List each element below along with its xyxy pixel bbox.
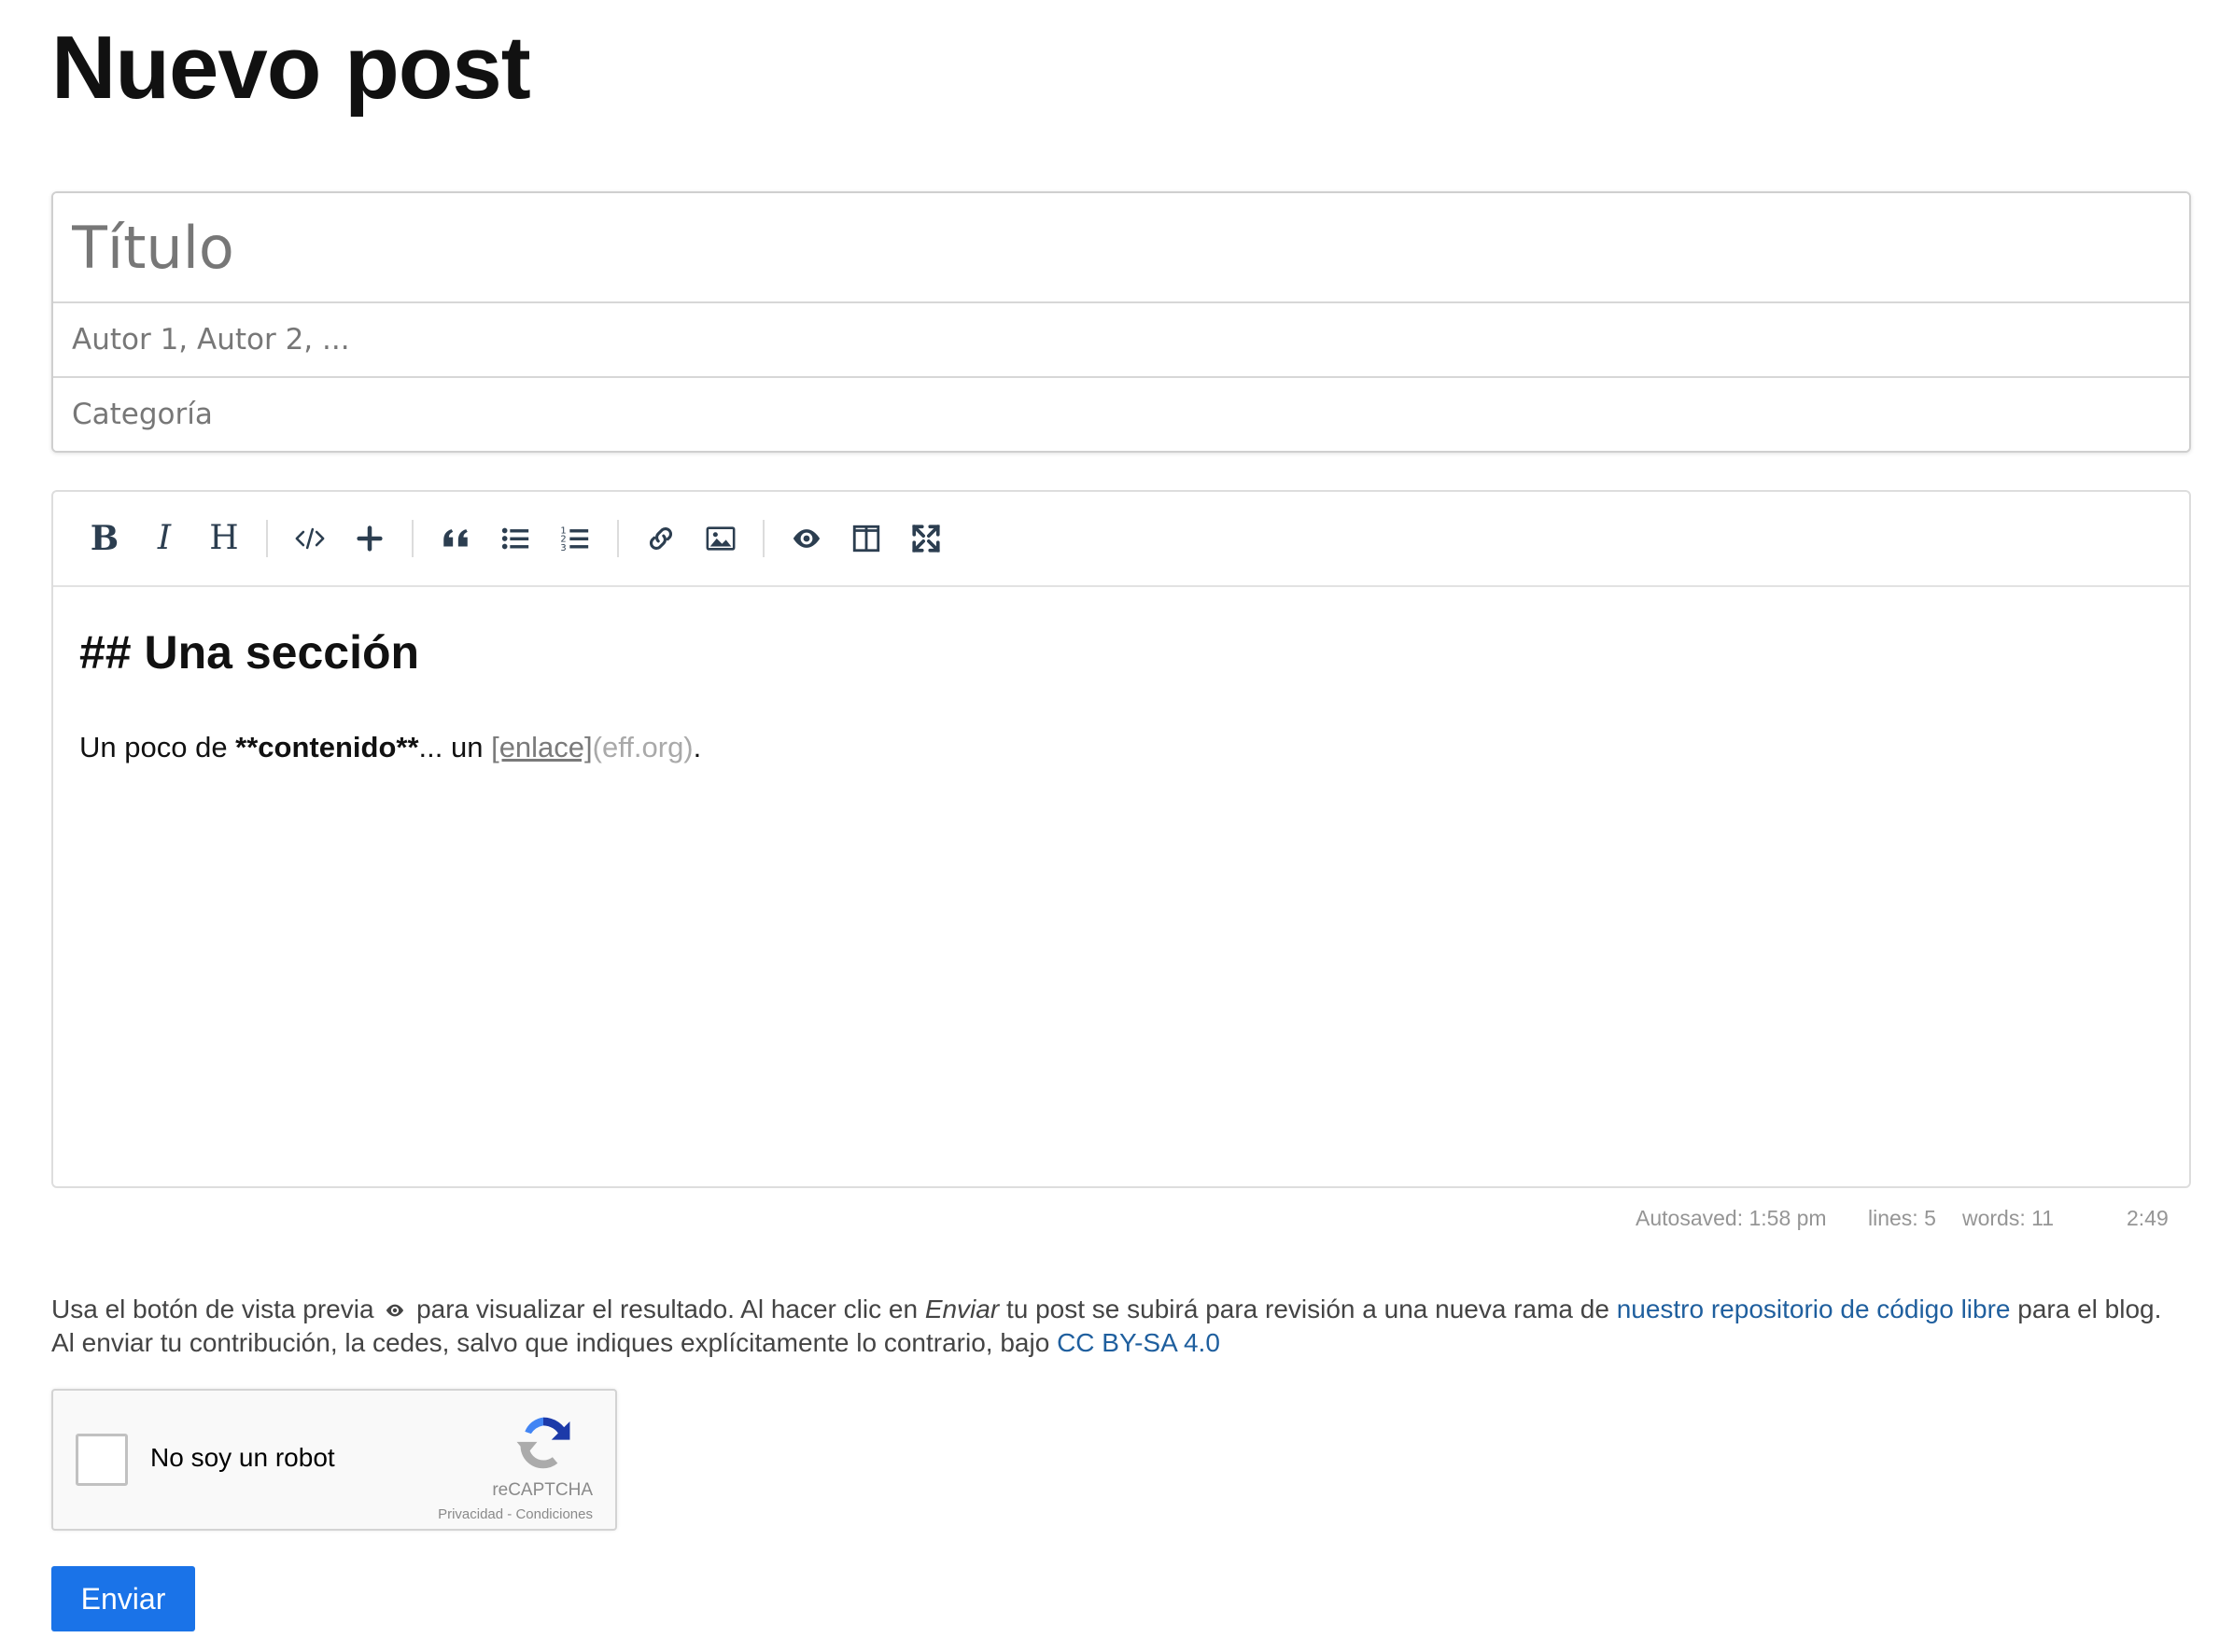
unordered-list-button[interactable] [490, 513, 541, 564]
preview-button[interactable] [781, 513, 832, 564]
markdown-link-text: [enlace] [491, 731, 593, 763]
ordered-list-icon: 1 2 3 [560, 525, 589, 553]
image-button[interactable] [695, 513, 746, 564]
side-by-side-button[interactable] [841, 513, 892, 564]
svg-text:3: 3 [560, 543, 566, 553]
toolbar-separator [617, 520, 619, 557]
post-fields [51, 191, 2191, 453]
quote-button[interactable] [430, 513, 481, 564]
submission-note: Usa el botón de vista previa para visual… [51, 1293, 2198, 1360]
toolbar-separator [412, 520, 414, 557]
preview-eye-icon [793, 529, 821, 548]
autosave-status: Autosaved: 1:58 pm [1636, 1206, 1827, 1230]
markdown-editor: B I H 1 2 3 ## Una sección Un poco de **… [51, 490, 2191, 1188]
bold-icon: B [90, 519, 119, 558]
editor-statusbar: Autosaved: 1:58 pm lines: 5 words: 11 2:… [51, 1202, 2191, 1239]
link-button[interactable] [636, 513, 686, 564]
fullscreen-button[interactable] [901, 513, 951, 564]
side-by-side-icon [852, 525, 880, 553]
toolbar-separator [763, 520, 765, 557]
italic-icon: I [157, 519, 172, 557]
author-input[interactable] [53, 301, 2189, 376]
image-icon [706, 526, 736, 551]
title-input[interactable] [53, 193, 2189, 301]
note-text: para visualizar el resultado. Al hacer c… [409, 1295, 925, 1323]
bold-button[interactable]: B [79, 513, 130, 564]
recaptcha-logo-icon [516, 1417, 570, 1469]
toolbar-separator [266, 520, 268, 557]
editor-toolbar: B I H 1 2 3 [53, 492, 2189, 587]
markdown-link-url: (eff.org) [592, 731, 694, 763]
note-text: para el blog. [2010, 1295, 2162, 1323]
link-icon [649, 526, 673, 551]
plus-icon [357, 525, 383, 552]
recaptcha-checkbox[interactable] [76, 1434, 128, 1486]
markdown-paragraph: Un poco de **contenido**... un [enlace](… [79, 729, 2163, 766]
recaptcha-widget: No soy un robot reCAPTCHA Privacidad - C… [51, 1389, 617, 1531]
note-italic-text: Enviar [924, 1295, 1000, 1323]
editor-content[interactable]: ## Una sección Un poco de **contenido**.… [53, 587, 2189, 804]
paragraph-bold-text: **contenido** [235, 731, 419, 763]
recaptcha-label: No soy un robot [150, 1443, 335, 1472]
add-button[interactable] [344, 513, 395, 564]
paragraph-text: ... un [418, 731, 492, 763]
recaptcha-brand: reCAPTCHA [492, 1480, 593, 1500]
page-title: Nuevo post [51, 18, 531, 118]
code-button[interactable] [285, 513, 335, 564]
heading-button[interactable]: H [199, 513, 249, 564]
cursor-position: 2:49 [2127, 1206, 2169, 1230]
category-input[interactable] [53, 376, 2189, 451]
quote-icon [443, 529, 468, 547]
code-icon [295, 527, 325, 550]
repo-link[interactable]: nuestro repositorio de código libre [1617, 1295, 2011, 1323]
word-count: words: 11 [1962, 1206, 2055, 1230]
paragraph-text: . [693, 731, 702, 763]
markdown-heading: ## Una sección [79, 626, 420, 679]
italic-button[interactable]: I [139, 513, 190, 564]
heading-icon: H [209, 519, 239, 557]
ordered-list-button[interactable]: 1 2 3 [550, 513, 600, 564]
line-count: lines: 5 [1868, 1206, 1936, 1230]
paragraph-text: Un poco de [79, 731, 236, 763]
unordered-list-icon [501, 527, 529, 550]
note-text: tu post se subirá para revisión a una nu… [999, 1295, 1617, 1323]
submit-button[interactable]: Enviar [51, 1566, 195, 1631]
preview-eye-icon [386, 1304, 404, 1317]
note-text: Usa el botón de vista previa [51, 1295, 382, 1323]
fullscreen-icon [912, 525, 940, 553]
note-text: Al enviar tu contribución, la cedes, sal… [51, 1328, 1058, 1357]
recaptcha-links[interactable]: Privacidad - Condiciones [438, 1506, 593, 1522]
license-link[interactable]: CC BY-SA 4.0 [1057, 1328, 1220, 1357]
